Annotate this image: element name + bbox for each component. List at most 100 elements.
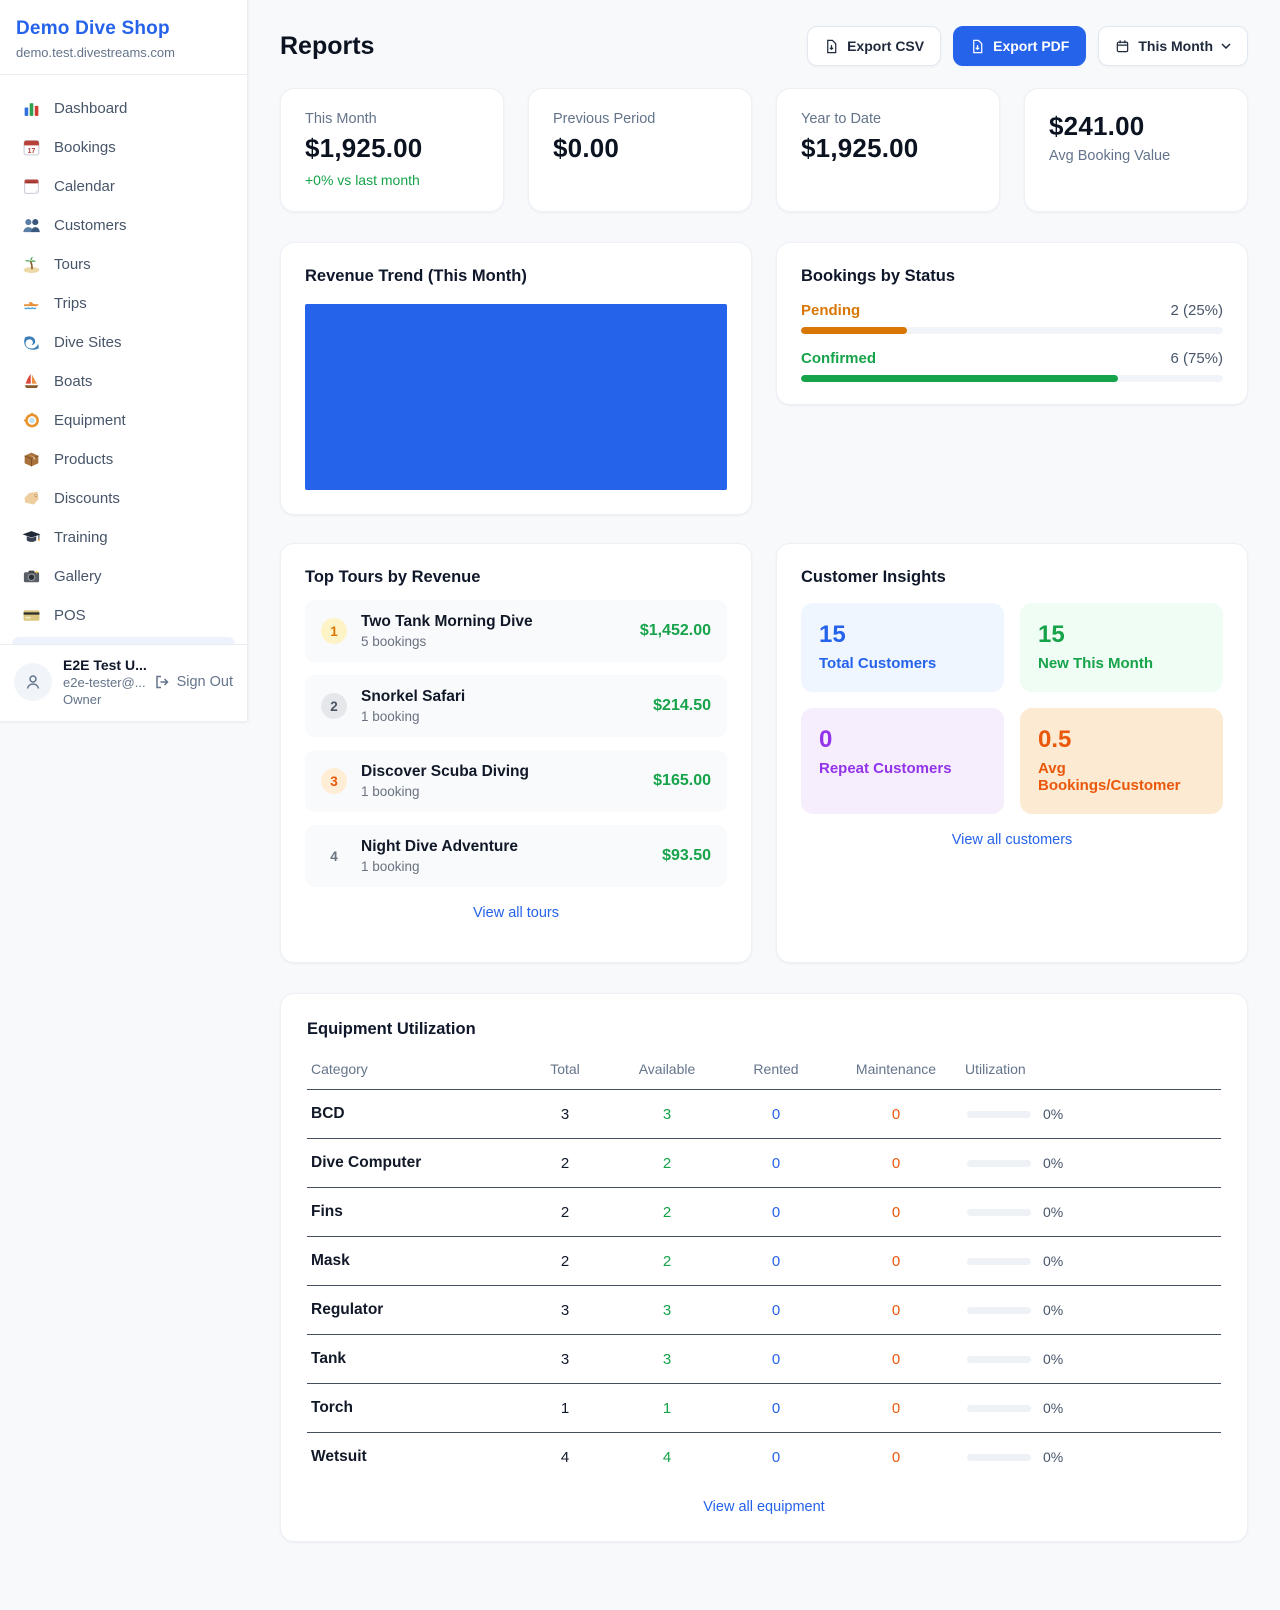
cell-total: 3 [519, 1286, 611, 1335]
island-icon [22, 255, 41, 274]
sidebar-item[interactable]: Products [12, 440, 235, 479]
cell-utilization: 0% [1043, 1204, 1063, 1220]
bar-chart-icon [22, 99, 41, 118]
cell-rented: 0 [723, 1188, 829, 1237]
cell-total: 2 [519, 1188, 611, 1237]
cell-category: Tank [307, 1335, 519, 1384]
main-content: Reports Export CSV Export PDF This Month [248, 0, 1280, 1602]
view-all-equipment-link[interactable]: View all equipment [307, 1499, 1221, 1515]
table-row: Mask 2 2 0 0 0% [307, 1237, 1221, 1286]
sidebar-item-label: Training [54, 529, 108, 546]
period-dropdown[interactable]: This Month [1098, 26, 1248, 66]
table-row: Dive Computer 2 2 0 0 0% [307, 1139, 1221, 1188]
sidebar-item-label: Dive Sites [54, 334, 122, 351]
top-tours-card: Top Tours by Revenue 1 Two Tank Morning … [280, 543, 752, 963]
sidebar-item[interactable]: Dashboard [12, 89, 235, 128]
rank-badge: 3 [321, 768, 347, 794]
equipment-table: Category Total Available Rented Maintena… [307, 1053, 1221, 1481]
calendar-icon [1115, 39, 1130, 54]
cell-maintenance: 0 [829, 1188, 963, 1237]
page-title: Reports [280, 32, 374, 61]
shop-name: Demo Dive Shop [16, 18, 231, 40]
utilization-bar [967, 1209, 1031, 1216]
table-row: Wetsuit 4 4 0 0 0% [307, 1433, 1221, 1482]
speedboat-icon [22, 294, 41, 313]
stat-card-avg-booking-value: $241.00 Avg Booking Value [1024, 88, 1248, 212]
revenue-trend-chart [305, 304, 727, 490]
sidebar-item[interactable]: Gallery [12, 557, 235, 596]
tour-row[interactable]: 2 Snorkel Safari 1 booking $214.50 [305, 675, 727, 737]
sidebar-item[interactable]: Training [12, 518, 235, 557]
view-all-customers-link[interactable]: View all customers [801, 832, 1223, 848]
sidebar-item-label: Equipment [54, 412, 126, 429]
credit-card-icon [22, 606, 41, 625]
view-all-tours-link[interactable]: View all tours [305, 905, 727, 921]
sidebar-item[interactable]: Tours [12, 245, 235, 284]
utilization-bar [967, 1454, 1031, 1461]
file-icon [824, 39, 839, 54]
users-icon [22, 216, 41, 235]
sidebar-item-label: Customers [54, 217, 127, 234]
svg-text:17: 17 [28, 148, 36, 155]
shop-domain: demo.test.divestreams.com [16, 45, 231, 60]
export-csv-button[interactable]: Export CSV [807, 26, 941, 66]
status-label: Confirmed [801, 350, 876, 367]
cell-category: Dive Computer [307, 1139, 519, 1188]
sidebar-item[interactable]: Boats [12, 362, 235, 401]
col-maintenance: Maintenance [829, 1053, 963, 1090]
cell-total: 3 [519, 1335, 611, 1384]
cell-category: Mask [307, 1237, 519, 1286]
sidebar-item[interactable]: Calendar [12, 167, 235, 206]
page-header: Reports Export CSV Export PDF This Month [280, 26, 1248, 66]
tour-revenue: $214.50 [653, 697, 711, 715]
col-available: Available [611, 1053, 723, 1090]
sidebar-item[interactable]: Equipment [12, 401, 235, 440]
cell-utilization: 0% [1043, 1253, 1063, 1269]
cell-rented: 0 [723, 1433, 829, 1482]
sidebar-item[interactable]: POS [12, 596, 235, 635]
user-email: e2e-tester@... [63, 675, 143, 690]
sidebar: Demo Dive Shop demo.test.divestreams.com… [0, 0, 248, 721]
cell-rented: 0 [723, 1139, 829, 1188]
export-pdf-button[interactable]: Export PDF [953, 26, 1086, 66]
tour-row[interactable]: 4 Night Dive Adventure 1 booking $93.50 [305, 825, 727, 887]
sidebar-item[interactable]: Dive Sites [12, 323, 235, 362]
cell-rented: 0 [723, 1335, 829, 1384]
sidebar-item-label: Boats [54, 373, 92, 390]
cell-utilization: 0% [1043, 1351, 1063, 1367]
table-row: Torch 1 1 0 0 0% [307, 1384, 1221, 1433]
rank-badge: 1 [321, 618, 347, 644]
status-row: Pending 2 (25%) [801, 302, 1223, 334]
equipment-utilization-title: Equipment Utilization [307, 1020, 1221, 1039]
calendar-17-icon: 17 [22, 138, 41, 157]
tour-revenue: $93.50 [662, 847, 711, 865]
cell-available: 3 [611, 1335, 723, 1384]
sidebar-item[interactable]: Customers [12, 206, 235, 245]
tour-name: Two Tank Morning Dive [361, 613, 533, 631]
cell-category: Fins [307, 1188, 519, 1237]
person-icon [24, 673, 42, 691]
tour-row[interactable]: 1 Two Tank Morning Dive 5 bookings $1,45… [305, 600, 727, 662]
tour-bookings: 1 booking [361, 784, 529, 799]
tour-name: Discover Scuba Diving [361, 763, 529, 781]
user-panel: E2E Test U... e2e-tester@... Owner Sign … [0, 644, 247, 721]
sidebar-item[interactable]: Discounts [12, 479, 235, 518]
stat-card-this-month: This Month $1,925.00 +0% vs last month [280, 88, 504, 212]
sidebar-item-label: Trips [54, 295, 87, 312]
cell-rented: 0 [723, 1286, 829, 1335]
tour-row[interactable]: 3 Discover Scuba Diving 1 booking $165.0… [305, 750, 727, 812]
sidebar-item[interactable]: 17 Bookings [12, 128, 235, 167]
user-name: E2E Test U... [63, 657, 143, 673]
utilization-bar [967, 1405, 1031, 1412]
active-nav-item-partial[interactable] [12, 637, 235, 644]
cell-maintenance: 0 [829, 1237, 963, 1286]
graduation-cap-icon [22, 528, 41, 547]
utilization-bar [967, 1356, 1031, 1363]
sign-out-button[interactable]: Sign Out [154, 674, 233, 690]
sidebar-item[interactable]: Trips [12, 284, 235, 323]
logout-icon [154, 674, 170, 690]
table-row: Fins 2 2 0 0 0% [307, 1188, 1221, 1237]
status-count: 2 (25%) [1170, 302, 1223, 319]
cell-available: 1 [611, 1384, 723, 1433]
cell-maintenance: 0 [829, 1139, 963, 1188]
